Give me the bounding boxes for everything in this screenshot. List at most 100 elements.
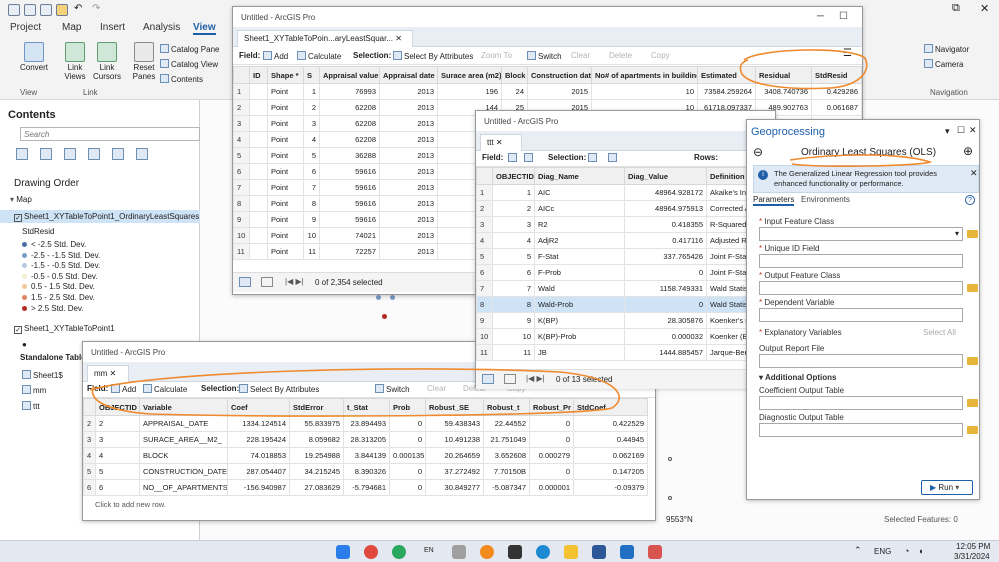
table-cell[interactable]: 2013 bbox=[379, 163, 438, 180]
table-cell[interactable]: 3408.740736 bbox=[755, 83, 812, 100]
new-project-icon[interactable] bbox=[24, 4, 36, 16]
table-cell[interactable]: 1334.124514 bbox=[227, 415, 290, 432]
table-cell[interactable]: 337.765426 bbox=[624, 248, 707, 265]
tab-insert[interactable]: Insert bbox=[100, 22, 125, 33]
edge-icon[interactable] bbox=[536, 545, 550, 559]
table-cell[interactable]: APPRAISAL_DATE bbox=[139, 415, 228, 432]
table-cell[interactable]: 9 bbox=[303, 211, 320, 228]
table-cell[interactable]: Point bbox=[267, 243, 304, 260]
additional-options-header[interactable]: ▾ Additional Options bbox=[759, 373, 837, 382]
table-cell[interactable]: 10.491238 bbox=[425, 431, 484, 448]
table-cell[interactable] bbox=[249, 131, 268, 148]
pane-options-icon[interactable]: ▾ bbox=[945, 126, 950, 137]
row-number[interactable]: 9 bbox=[233, 211, 250, 228]
column-header[interactable]: Appraisal date bbox=[379, 66, 438, 84]
help-icon[interactable]: ? bbox=[965, 195, 975, 205]
column-header[interactable]: Robust_SE bbox=[425, 398, 484, 416]
row-number[interactable]: 1 bbox=[476, 184, 493, 201]
contents-button[interactable]: Contents bbox=[160, 72, 219, 87]
row-number[interactable]: 5 bbox=[476, 248, 493, 265]
column-header[interactable]: Residual bbox=[755, 66, 812, 84]
row-number[interactable]: 4 bbox=[476, 232, 493, 249]
table-cell[interactable]: 0 bbox=[624, 264, 707, 281]
row-number[interactable]: 4 bbox=[83, 447, 96, 464]
table-cell[interactable]: 7.70150B bbox=[483, 463, 530, 480]
table-cell[interactable]: 7 bbox=[303, 179, 320, 196]
table-cell[interactable]: 28.305876 bbox=[624, 312, 707, 329]
reset-panes-button[interactable]: Reset Panes bbox=[130, 42, 158, 81]
table-cell[interactable]: -5.794681 bbox=[343, 479, 390, 496]
chrome-icon[interactable] bbox=[364, 545, 378, 559]
column-header[interactable]: StdCoef bbox=[573, 398, 648, 416]
table-cell[interactable]: 0 bbox=[389, 431, 426, 448]
table-cell[interactable]: Point bbox=[267, 115, 304, 132]
add-field-button[interactable]: Add bbox=[111, 384, 136, 394]
link-cursors-button[interactable]: Link Cursors bbox=[92, 42, 122, 81]
table-cell[interactable]: 0.418355 bbox=[624, 216, 707, 233]
volume-icon[interactable]: ◖ bbox=[918, 546, 923, 556]
table-cell[interactable]: 2013 bbox=[379, 99, 438, 116]
layer-ols-checkbox[interactable]: ✓ bbox=[14, 214, 22, 222]
table-cell[interactable]: 59616 bbox=[319, 179, 380, 196]
table-cell[interactable] bbox=[249, 147, 268, 164]
switch-selection-button[interactable]: Switch bbox=[375, 384, 410, 394]
table-cell[interactable]: 72257 bbox=[319, 243, 380, 260]
calculator-icon[interactable] bbox=[524, 153, 535, 163]
diagnostic-output-table-input[interactable] bbox=[759, 423, 963, 437]
table-cell[interactable]: K(BP) bbox=[534, 312, 625, 329]
table-cell[interactable]: Point bbox=[267, 227, 304, 244]
table-cell[interactable]: Point bbox=[267, 99, 304, 116]
table-cell[interactable]: NO__OF_APARTMENTS_... bbox=[139, 479, 228, 496]
redo-icon[interactable]: ↷ bbox=[92, 3, 100, 14]
row-number[interactable]: 1 bbox=[233, 83, 250, 100]
tab-view[interactable]: View bbox=[193, 22, 216, 35]
table-row[interactable]: 4 4 BLOCK 74.018853 19.254988 3.844139 0.00013… bbox=[83, 447, 648, 464]
table-cell[interactable]: 5 bbox=[95, 463, 140, 480]
table-cell[interactable] bbox=[249, 195, 268, 212]
table-row[interactable]: 1 Point 1 76993 2013 196 24 2015 10 73584.259264 3… bbox=[233, 83, 862, 100]
table-tab[interactable]: Sheet1_XYTableToPoin...aryLeastSquar... … bbox=[237, 30, 413, 47]
dependent-variable-input[interactable] bbox=[759, 308, 963, 322]
column-header[interactable]: No# of apartments in building bbox=[591, 66, 698, 84]
table-cell[interactable] bbox=[249, 83, 268, 100]
table-cell[interactable]: 21.751049 bbox=[483, 431, 530, 448]
table-cell[interactable]: 0 bbox=[529, 463, 574, 480]
table-cell[interactable]: 2013 bbox=[379, 195, 438, 212]
column-header[interactable]: t_Stat bbox=[343, 398, 390, 416]
wifi-icon[interactable]: ◔ bbox=[904, 546, 909, 556]
table-row[interactable]: 10 10 K(BP)-Prob 0.000032 Koenker (BP) St bbox=[476, 328, 777, 345]
table-cell[interactable]: Wald bbox=[534, 280, 625, 297]
row-number[interactable]: 8 bbox=[476, 296, 493, 313]
table-cell[interactable]: 196 bbox=[437, 83, 502, 100]
table-cell[interactable]: 4 bbox=[492, 232, 535, 249]
column-header[interactable]: Block bbox=[501, 66, 528, 84]
table-row[interactable]: 66NO__OF_APARTMENTS_...-156.94098727.083… bbox=[83, 479, 648, 496]
show-all-records-icon[interactable] bbox=[239, 277, 251, 287]
maximize-icon[interactable]: ☐ bbox=[839, 11, 848, 22]
table-cell[interactable]: 59616 bbox=[319, 195, 380, 212]
table-cell[interactable]: 36288 bbox=[319, 147, 380, 164]
table-cell[interactable]: 10 bbox=[591, 83, 698, 100]
layer-points-checkbox[interactable]: ✓ bbox=[14, 326, 22, 334]
table-cell[interactable]: SURACE_AREA__M2_ bbox=[139, 431, 228, 448]
table-cell[interactable]: 24 bbox=[501, 83, 528, 100]
tab-analysis[interactable]: Analysis bbox=[143, 22, 180, 33]
clock-time[interactable]: 12:05 PM bbox=[956, 542, 990, 551]
table-cell[interactable]: 228.195424 bbox=[227, 431, 290, 448]
add-field-button[interactable]: Add bbox=[263, 51, 288, 61]
table-row[interactable]: 9 9 K(BP) 28.305876 Koenker's stude bbox=[476, 312, 777, 329]
table-cell[interactable]: 6 bbox=[303, 163, 320, 180]
table-cell[interactable]: 0 bbox=[389, 463, 426, 480]
table-cell[interactable]: 0 bbox=[529, 415, 574, 432]
app-icon[interactable] bbox=[508, 545, 522, 559]
column-header[interactable]: StdError bbox=[289, 398, 344, 416]
column-header[interactable]: Robust_Pr bbox=[529, 398, 574, 416]
tab-parameters[interactable]: Parameters bbox=[753, 195, 795, 206]
table-cell[interactable]: 2013 bbox=[379, 147, 438, 164]
table-cell[interactable]: 28.313205 bbox=[343, 431, 390, 448]
zoom-to-button[interactable]: Zoom To bbox=[481, 51, 512, 60]
table-cell[interactable]: 0.417116 bbox=[624, 232, 707, 249]
row-number[interactable]: 10 bbox=[233, 227, 250, 244]
row-number[interactable]: 6 bbox=[233, 163, 250, 180]
table-cell[interactable]: 5 bbox=[303, 147, 320, 164]
